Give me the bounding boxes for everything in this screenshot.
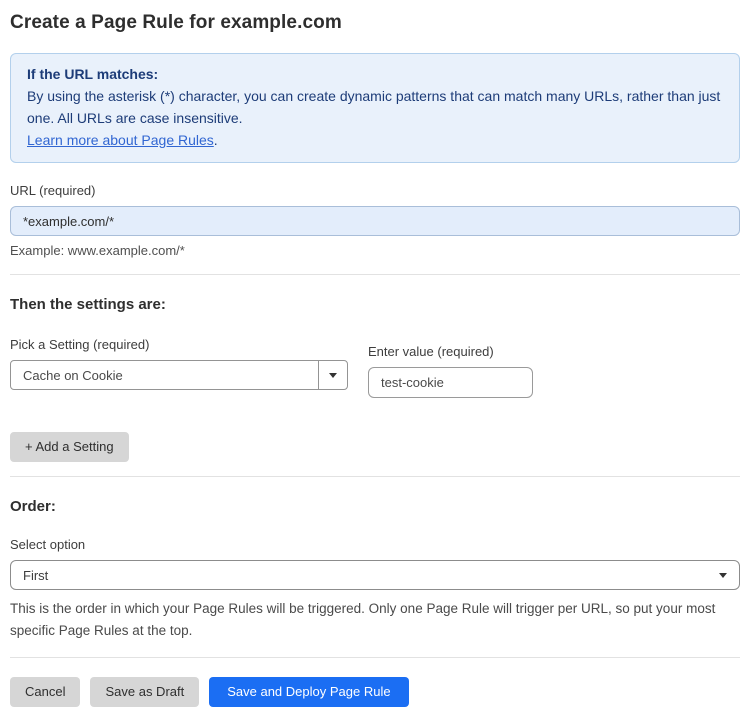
page-title: Create a Page Rule for example.com <box>10 12 342 33</box>
page-rule-form: Create a Page Rule for example.com If th… <box>0 0 750 707</box>
save-as-draft-button[interactable]: Save as Draft <box>90 677 200 707</box>
info-box-link-line: Learn more about Page Rules. <box>27 129 723 151</box>
cancel-button[interactable]: Cancel <box>10 677 81 707</box>
info-box-body: By using the asterisk (*) character, you… <box>27 88 721 126</box>
setting-dropdown-button[interactable] <box>318 361 347 389</box>
save-and-deploy-button[interactable]: Save and Deploy Page Rule <box>209 677 409 707</box>
url-field-label: URL (required) <box>10 183 96 198</box>
info-box-heading: If the URL matches: <box>27 66 159 82</box>
setting-value-input[interactable] <box>368 367 533 398</box>
url-example-helper: Example: www.example.com/* <box>10 243 185 258</box>
order-select-label: Select option <box>10 537 86 552</box>
divider <box>10 476 740 477</box>
divider <box>10 274 740 275</box>
url-input[interactable] <box>10 206 740 236</box>
learn-more-link[interactable]: Learn more about Page Rules <box>27 132 214 148</box>
triangle-down-icon <box>329 372 337 378</box>
divider <box>10 657 740 658</box>
settings-row: Pick a Setting (required) Cache on Cooki… <box>10 337 740 398</box>
triangle-down-icon <box>719 572 727 578</box>
enter-value-column: Enter value (required) <box>368 344 533 398</box>
pick-setting-label: Pick a Setting (required) <box>10 337 150 352</box>
add-setting-button[interactable]: + Add a Setting <box>10 432 129 462</box>
order-select[interactable]: First <box>10 560 740 590</box>
setting-dropdown[interactable]: Cache on Cookie <box>10 360 348 390</box>
link-suffix: . <box>213 132 218 148</box>
order-heading: Order: <box>10 498 56 515</box>
url-match-info-box: If the URL matches: By using the asteris… <box>10 53 740 163</box>
pick-setting-column: Pick a Setting (required) Cache on Cooki… <box>10 337 348 398</box>
enter-value-label: Enter value (required) <box>368 344 494 359</box>
order-helper-text: This is the order in which your Page Rul… <box>10 601 716 638</box>
settings-heading: Then the settings are: <box>10 296 166 313</box>
setting-dropdown-value: Cache on Cookie <box>23 367 123 383</box>
footer-actions: Cancel Save as Draft Save and Deploy Pag… <box>10 677 740 707</box>
order-select-value: First <box>23 567 49 583</box>
